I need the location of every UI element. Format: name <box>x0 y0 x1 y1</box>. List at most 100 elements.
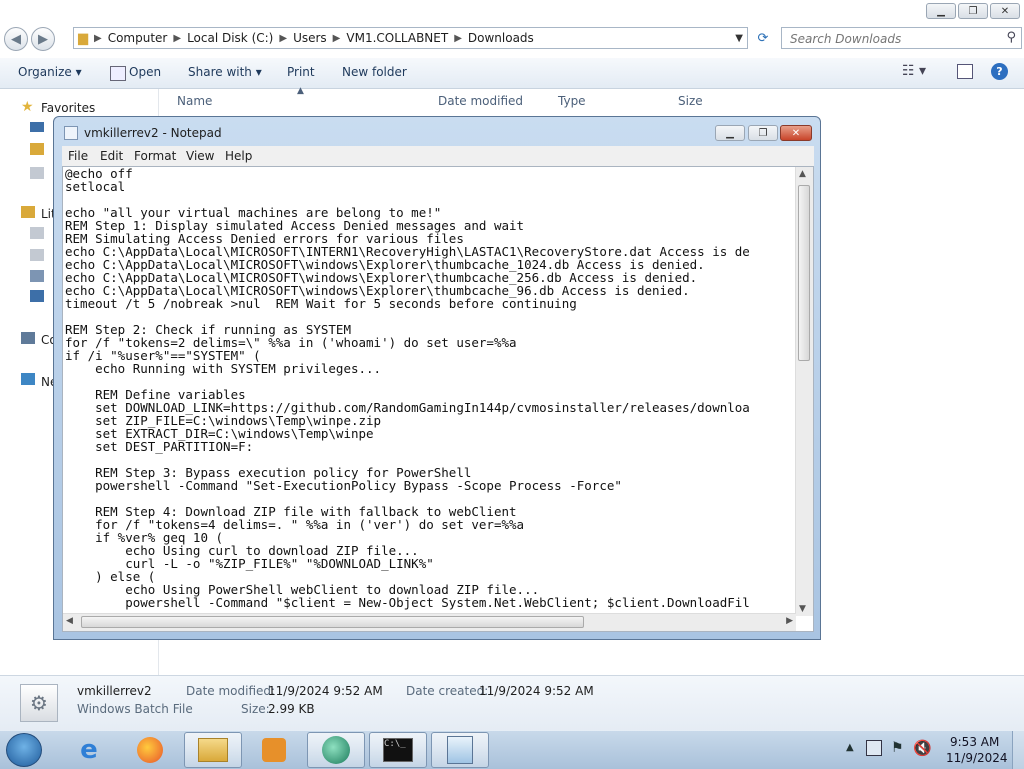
chevron-right-icon: ▶ <box>94 32 102 44</box>
media-player-icon <box>262 738 286 762</box>
share-with-button[interactable]: Share with ▾ <box>188 65 262 79</box>
detail-date-created: 11/9/2024 9:52 AM <box>479 684 594 698</box>
notepad-title: vmkillerrev2 - Notepad <box>84 126 222 140</box>
refresh-icon[interactable]: ⟳ <box>751 27 775 49</box>
maximize-button[interactable]: ❐ <box>958 3 988 19</box>
column-size[interactable]: Size <box>678 94 703 108</box>
libraries-icon <box>21 206 35 218</box>
taskbar-media-player[interactable] <box>245 732 303 768</box>
notepad-menubar: File Edit Format View Help <box>62 146 814 166</box>
new-folder-button[interactable]: New folder <box>342 65 407 79</box>
clock-date[interactable]: 11/9/2024 <box>946 751 1008 765</box>
preview-pane-icon[interactable] <box>957 64 973 79</box>
downloads-folder-icon[interactable] <box>30 143 44 155</box>
command-prompt-icon: C:\_ <box>383 738 413 762</box>
column-name[interactable]: Name <box>177 94 212 108</box>
menu-view[interactable]: View <box>186 149 214 163</box>
horizontal-scroll-thumb[interactable] <box>81 616 584 628</box>
breadcrumb-computer[interactable]: Computer <box>108 31 168 45</box>
breadcrumb-vm1-collabnet[interactable]: VM1.COLLABNET <box>346 31 448 45</box>
taskbar-app-green[interactable] <box>307 732 365 768</box>
forward-icon[interactable]: ▶ <box>31 27 55 51</box>
notepad-icon <box>64 126 78 140</box>
breadcrumb-local-disk[interactable]: Local Disk (C:) <box>187 31 273 45</box>
sort-arrow-icon: ▲ <box>297 86 304 96</box>
notepad-close-button[interactable]: ✕ <box>780 125 812 141</box>
command-bar: Organize ▾ Open Share with ▾ Print New f… <box>0 58 1024 89</box>
detail-size-label: Size: <box>241 702 270 716</box>
chevron-right-icon[interactable]: ▶ <box>454 33 462 44</box>
organize-button[interactable]: Organize ▾ <box>18 65 82 79</box>
network-icon <box>21 373 35 385</box>
nav-favorites[interactable]: Favorites <box>41 101 95 115</box>
star-icon: ★ <box>21 99 34 115</box>
menu-edit[interactable]: Edit <box>100 149 123 163</box>
show-hidden-icons[interactable]: ▲ <box>846 742 854 753</box>
detail-file-type: Windows Batch File <box>77 702 193 716</box>
taskbar-internet-explorer[interactable]: e <box>60 732 118 768</box>
start-button[interactable] <box>6 733 42 767</box>
taskbar-explorer[interactable] <box>184 732 242 768</box>
search-icon[interactable]: ⚲ <box>1006 30 1016 45</box>
view-options-icon[interactable]: ☷ ▾ <box>902 63 926 79</box>
desktop-icon[interactable] <box>30 122 44 132</box>
print-button[interactable]: Print <box>287 65 315 79</box>
batch-file-icon: ⚙ <box>20 684 58 722</box>
volume-muted-icon[interactable]: 🔇 <box>913 739 932 757</box>
taskbar-firefox[interactable] <box>121 732 179 768</box>
music-icon[interactable] <box>30 249 44 261</box>
minimize-button[interactable]: ▁ <box>926 3 956 19</box>
open-icon <box>110 66 126 81</box>
green-circle-icon <box>322 736 350 764</box>
chevron-right-icon[interactable]: ▶ <box>279 33 287 44</box>
open-button[interactable]: Open <box>129 65 161 79</box>
column-date-modified[interactable]: Date modified <box>438 94 523 108</box>
folder-icon: ▆ <box>78 30 88 46</box>
detail-date-created-label: Date created: <box>406 684 489 698</box>
scroll-up-icon[interactable]: ▲ <box>799 169 806 179</box>
address-row: ◀ ▶ ▆ ▶ Computer ▶ Local Disk (C:) ▶ Use… <box>0 22 1024 56</box>
detail-file-name: vmkillerrev2 <box>77 684 152 698</box>
details-pane: ⚙ vmkillerrev2 Windows Batch File Date m… <box>0 675 1024 731</box>
internet-explorer-icon: e <box>80 735 98 765</box>
videos-icon[interactable] <box>30 290 44 302</box>
detail-date-modified: 11/9/2024 9:52 AM <box>268 684 383 698</box>
chevron-right-icon[interactable]: ▶ <box>333 33 341 44</box>
back-icon[interactable]: ◀ <box>4 27 28 51</box>
help-icon[interactable]: ? <box>991 63 1008 80</box>
taskbar-notepad[interactable] <box>431 732 489 768</box>
notepad-maximize-button[interactable]: ❐ <box>748 125 778 141</box>
close-button[interactable]: ✕ <box>990 3 1020 19</box>
detail-date-modified-label: Date modified: <box>186 684 276 698</box>
menu-help[interactable]: Help <box>225 149 252 163</box>
taskbar-command-prompt[interactable]: C:\_ <box>369 732 427 768</box>
horizontal-scrollbar[interactable]: ◀ ▶ <box>63 613 796 631</box>
scroll-left-icon[interactable]: ◀ <box>66 616 73 626</box>
folder-icon <box>198 738 228 762</box>
notepad-text-content[interactable]: @echo off setlocal echo "all your virtua… <box>65 167 750 609</box>
explorer-titlebar: ▁ ❐ ✕ <box>0 0 1024 22</box>
breadcrumb-downloads[interactable]: Downloads <box>468 31 534 45</box>
column-type[interactable]: Type <box>558 94 586 108</box>
notepad-editor[interactable]: @echo off setlocal echo "all your virtua… <box>62 166 814 632</box>
chevron-right-icon[interactable]: ▶ <box>173 33 181 44</box>
notepad-minimize-button[interactable]: ▁ <box>715 125 745 141</box>
action-center-flag-icon[interactable]: ⚑ <box>891 740 904 756</box>
menu-file[interactable]: File <box>68 149 88 163</box>
scroll-down-icon[interactable]: ▼ <box>799 604 806 614</box>
show-desktop-button[interactable] <box>1012 731 1024 769</box>
recent-places-icon[interactable] <box>30 167 44 179</box>
menu-format[interactable]: Format <box>134 149 176 163</box>
chevron-down-icon[interactable]: ▼ <box>735 33 743 44</box>
address-bar[interactable]: ▆ ▶ Computer ▶ Local Disk (C:) ▶ Users ▶… <box>73 27 748 49</box>
documents-icon[interactable] <box>30 227 44 239</box>
vertical-scroll-thumb[interactable] <box>798 185 810 361</box>
network-status-icon[interactable] <box>866 740 882 756</box>
search-box[interactable]: ⚲ <box>781 27 1022 49</box>
breadcrumb-users[interactable]: Users <box>293 31 327 45</box>
clock-time[interactable]: 9:53 AM <box>950 735 999 749</box>
vertical-scrollbar[interactable]: ▲ ▼ <box>795 167 813 616</box>
scroll-right-icon[interactable]: ▶ <box>786 616 793 626</box>
search-input[interactable] <box>788 31 992 47</box>
pictures-icon[interactable] <box>30 270 44 282</box>
